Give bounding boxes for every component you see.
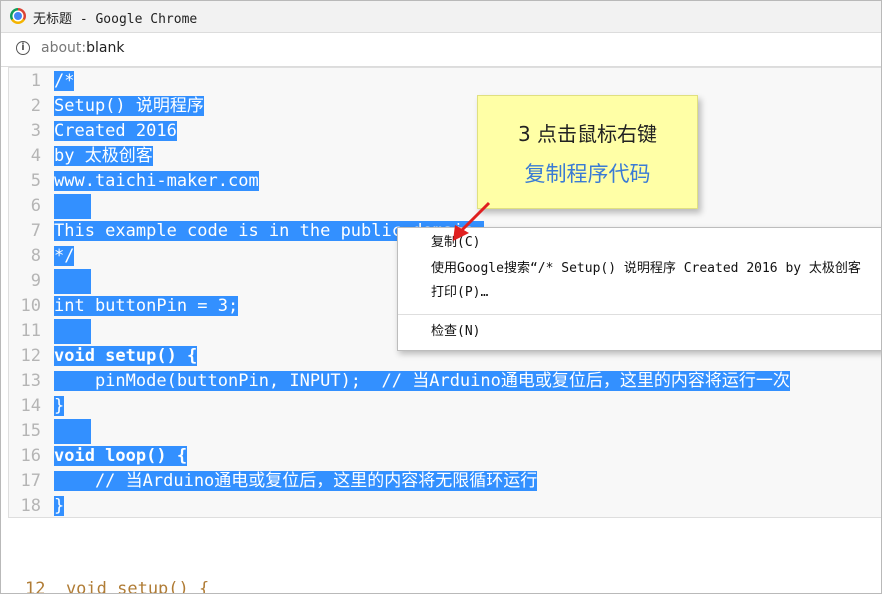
line-number: 8	[30, 246, 41, 266]
code-text: void loop() {	[54, 446, 188, 466]
window-title: 无标题 - Google Chrome	[33, 12, 198, 27]
code-text: by 太极创客	[54, 146, 153, 166]
code-line[interactable]: void loop() {	[54, 444, 188, 469]
title-bar: 无标题 - Google Chrome	[1, 1, 881, 33]
instruction-callout: 3 点击鼠标右键 复制程序代码	[477, 95, 698, 209]
code-line[interactable]: }	[54, 494, 65, 517]
code-text: pinMode(buttonPin, INPUT); // 当Arduino通电…	[54, 371, 790, 391]
callout-step-text: 3 点击鼠标右键	[517, 122, 658, 146]
line-number: 9	[30, 271, 41, 291]
code-line[interactable]	[54, 194, 91, 219]
code-text: www.taichi-maker.com	[54, 171, 259, 191]
code-text: // 当Arduino通电或复位后，这里的内容将无限循环运行	[54, 471, 538, 491]
callout-action-text: 复制程序代码	[524, 162, 651, 186]
line-number: 12	[20, 346, 41, 366]
line-number-gutter: 1 2 3 4 5 6 7 8 9 10 11 12 13 14 15 16 1…	[9, 68, 53, 517]
url-path: blank	[86, 40, 125, 56]
line-number: 13	[20, 371, 41, 391]
code-line[interactable]: Setup() 说明程序	[54, 94, 204, 119]
address-bar[interactable]: i about:blank	[1, 33, 881, 67]
code-line[interactable]: pinMode(buttonPin, INPUT); // 当Arduino通电…	[54, 369, 790, 394]
code-line[interactable]: */	[54, 244, 75, 269]
selection-empty-line	[54, 419, 91, 444]
menu-item-inspect[interactable]: 检查(N)	[431, 321, 480, 343]
code-line[interactable]: void setup() {	[54, 344, 198, 369]
selection-empty-line	[54, 319, 91, 344]
code-line[interactable]: Created 2016	[54, 119, 177, 144]
code-line[interactable]: /*	[54, 69, 75, 94]
code-line[interactable]: int buttonPin = 3;	[54, 294, 239, 319]
line-number: 18	[20, 496, 41, 516]
code-text: }	[54, 496, 65, 516]
url-text[interactable]: about:blank	[41, 40, 124, 56]
code-text: Setup() 说明程序	[54, 96, 204, 116]
info-icon[interactable]: i	[16, 41, 30, 55]
line-number: 5	[30, 171, 41, 191]
line-number: 7	[30, 221, 41, 241]
selection-empty-line	[54, 194, 91, 219]
url-scheme: about:	[41, 40, 87, 56]
line-number: 2	[30, 96, 41, 116]
code-text: int buttonPin = 3;	[54, 296, 239, 316]
code-text: Created 2016	[54, 121, 177, 141]
browser-window: 无标题 - Google Chrome i about:blank 1 2 3 …	[0, 0, 882, 594]
code-line[interactable]	[54, 419, 91, 444]
line-number: 10	[20, 296, 41, 316]
code-line[interactable]	[54, 319, 91, 344]
code-text: */	[54, 246, 75, 266]
line-number: 16	[20, 446, 41, 466]
red-arrow-icon	[453, 201, 491, 241]
code-text: }	[54, 396, 65, 416]
menu-item-print[interactable]: 打印(P)…	[431, 282, 488, 304]
menu-item-search[interactable]: 使用Google搜索“/* Setup() 说明程序 Created 2016 …	[431, 258, 861, 280]
background-code-text: 12 void setup() {	[25, 579, 210, 594]
line-number: 15	[20, 421, 41, 441]
selection-empty-line	[54, 269, 91, 294]
code-line[interactable]: by 太极创客	[54, 144, 153, 169]
line-number: 4	[30, 146, 41, 166]
line-number: 6	[30, 196, 41, 216]
line-number: 1	[30, 71, 41, 91]
chrome-logo-icon	[10, 8, 26, 24]
code-line[interactable]: // 当Arduino通电或复位后，这里的内容将无限循环运行	[54, 469, 538, 494]
line-number: 11	[20, 321, 41, 341]
line-number: 14	[20, 396, 41, 416]
line-number: 3	[30, 121, 41, 141]
code-line[interactable]	[54, 269, 91, 294]
code-text: /*	[54, 71, 75, 91]
code-text: void setup() {	[54, 346, 198, 366]
line-number: 17	[20, 471, 41, 491]
menu-separator	[398, 314, 881, 315]
code-line[interactable]: www.taichi-maker.com	[54, 169, 259, 194]
code-line[interactable]: }	[54, 394, 65, 419]
